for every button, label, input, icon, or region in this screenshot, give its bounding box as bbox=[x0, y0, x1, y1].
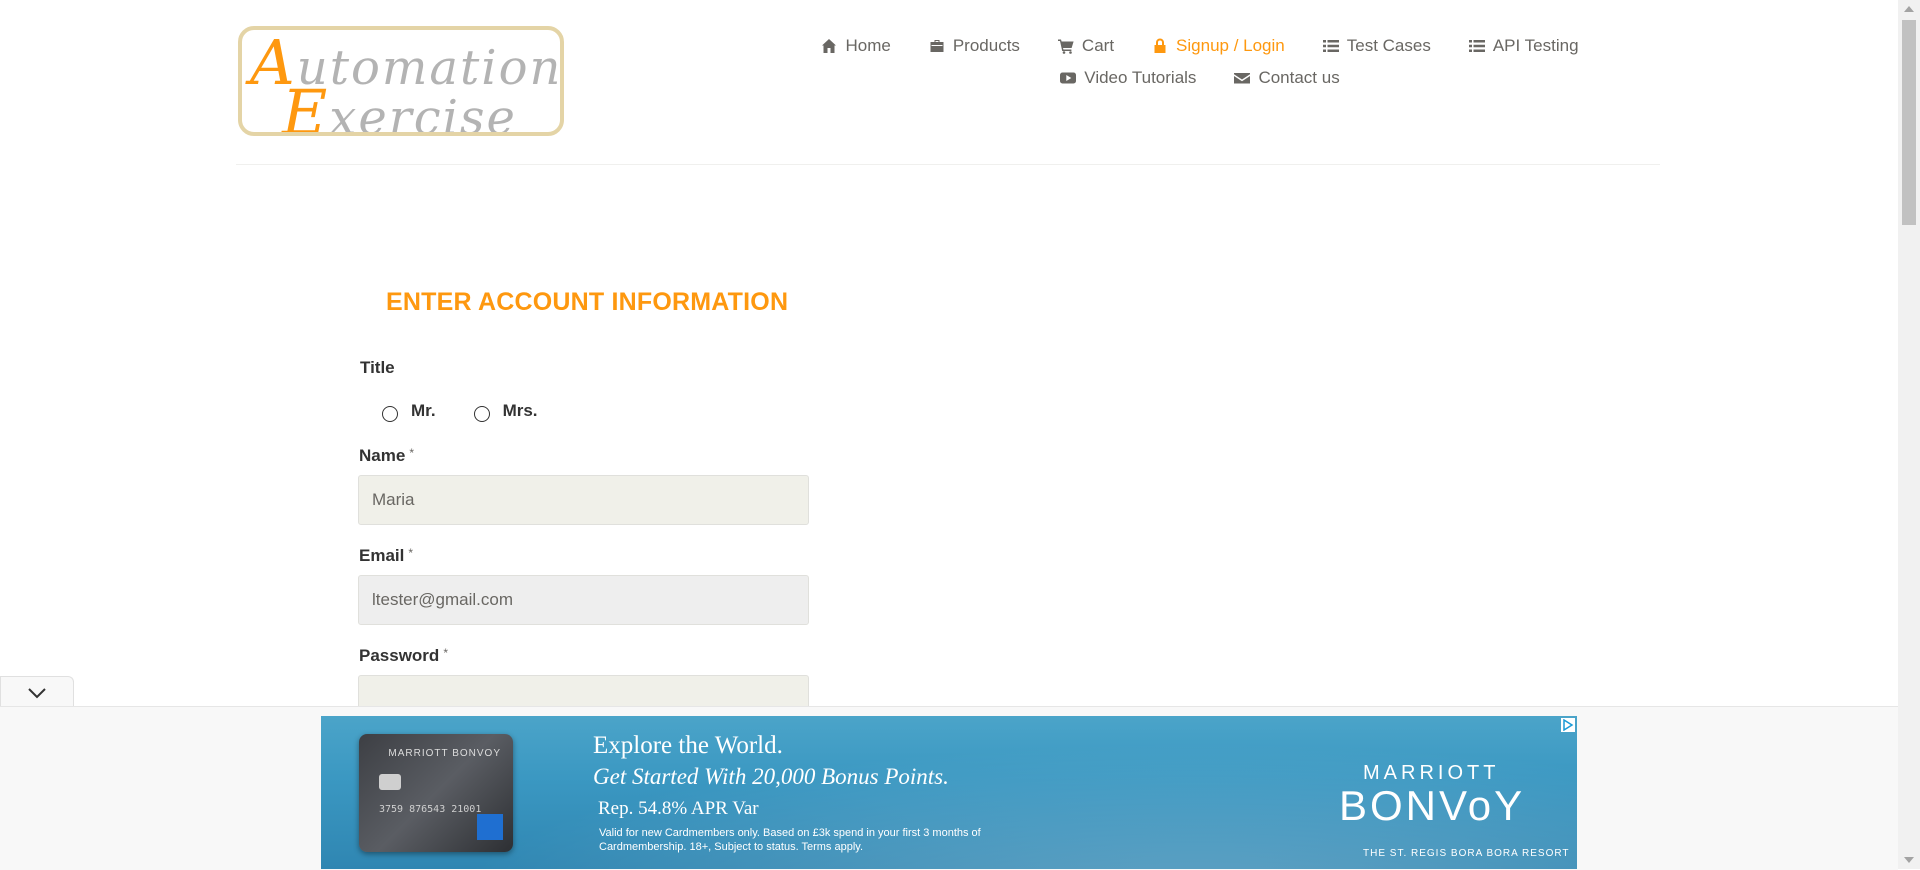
card-number: 3759 876543 21001 bbox=[379, 804, 482, 815]
shopping-cart-icon bbox=[1057, 39, 1074, 54]
header-divider bbox=[236, 164, 1660, 165]
nav-label: API Testing bbox=[1492, 36, 1579, 55]
email-label-text: Email bbox=[359, 546, 405, 565]
email-input[interactable]: ltester@gmail.com bbox=[358, 575, 809, 625]
title-option-mrs[interactable]: Mrs. bbox=[473, 400, 538, 422]
nav-item-api-testing[interactable]: API Testing bbox=[1468, 36, 1579, 56]
nav-label: Cart bbox=[1081, 36, 1115, 55]
radio-mrs[interactable] bbox=[473, 406, 490, 422]
nav-item-cart[interactable]: Cart bbox=[1057, 36, 1115, 56]
main-nav: Home Products Cart Signup / Login Test C… bbox=[700, 36, 1700, 100]
nav-label: Home bbox=[845, 36, 891, 55]
ad-subheadline: Get Started With 20,000 Bonus Points. bbox=[593, 764, 949, 789]
nav-label: Video Tutorials bbox=[1084, 68, 1197, 87]
scroll-thumb[interactable] bbox=[1902, 20, 1916, 225]
nav-label: Products bbox=[952, 36, 1020, 55]
ad-apr: Rep. 54.8% APR Var bbox=[598, 798, 759, 819]
youtube-play-icon bbox=[1060, 72, 1077, 84]
briefcase-icon bbox=[930, 40, 944, 52]
email-label: Email * bbox=[359, 546, 413, 566]
nav-label: Test Cases bbox=[1346, 36, 1431, 55]
title-option-mr[interactable]: Mr. bbox=[382, 400, 436, 422]
ad-brand-main: BONVoY bbox=[1339, 782, 1526, 829]
ad-brand-bottom: THE ST. REGIS BORA BORA RESORT bbox=[1363, 848, 1570, 859]
nav-item-signup-login[interactable]: Signup / Login bbox=[1152, 36, 1285, 56]
title-label: Title bbox=[360, 358, 395, 377]
nav-row-2: Video Tutorials Contact us bbox=[700, 68, 1700, 88]
password-label: Password * bbox=[359, 646, 448, 666]
scroll-down-icon[interactable] bbox=[1904, 857, 1914, 863]
list-icon bbox=[1468, 40, 1485, 52]
nav-label: Contact us bbox=[1258, 68, 1340, 87]
amex-logo-icon bbox=[477, 814, 503, 840]
ad-headline: Explore the World. bbox=[593, 732, 783, 759]
ad-terms: Valid for new Cardmembers only. Based on… bbox=[599, 827, 981, 853]
radio-mr[interactable] bbox=[382, 406, 398, 422]
nav-item-products[interactable]: Products bbox=[929, 36, 1020, 56]
required-mark: * bbox=[443, 646, 448, 660]
scroll-up-icon[interactable] bbox=[1904, 6, 1914, 12]
nav-item-video-tutorials[interactable]: Video Tutorials bbox=[1060, 68, 1196, 88]
card-chip bbox=[379, 774, 401, 790]
page: Automation Exercise Home Products Cart S… bbox=[0, 0, 1898, 870]
name-label: Name * bbox=[359, 446, 414, 466]
nav-row-1: Home Products Cart Signup / Login Test C… bbox=[700, 36, 1700, 56]
chevron-down-icon bbox=[28, 688, 46, 699]
required-mark: * bbox=[408, 546, 414, 560]
name-label-text: Name bbox=[359, 446, 406, 465]
ad-collapse-toggle[interactable] bbox=[0, 676, 74, 709]
vertical-scrollbar[interactable] bbox=[1898, 0, 1920, 869]
name-input[interactable]: Maria bbox=[358, 475, 809, 525]
credit-card-image: MARRIOTT BONVOY 3759 876543 21001 bbox=[359, 734, 513, 852]
form-heading: ENTER ACCOUNT INFORMATION bbox=[386, 288, 789, 316]
nav-item-contact-us[interactable]: Contact us bbox=[1234, 68, 1340, 88]
logo-line-2: Exercise bbox=[282, 76, 517, 136]
nav-item-home[interactable]: Home bbox=[821, 36, 891, 56]
radio-label-mrs: Mrs. bbox=[502, 401, 538, 420]
title-radio-group: Mr. Mrs. bbox=[382, 400, 576, 422]
ad-choices-icon[interactable] bbox=[1561, 718, 1575, 732]
lock-icon bbox=[1154, 38, 1166, 53]
list-icon bbox=[1322, 40, 1339, 52]
envelope-icon bbox=[1234, 73, 1251, 84]
ad-banner[interactable]: MARRIOTT BONVOY 3759 876543 21001 Explor… bbox=[321, 716, 1577, 869]
site-logo[interactable]: Automation Exercise bbox=[238, 26, 564, 136]
home-icon bbox=[822, 39, 837, 53]
card-brand: MARRIOTT BONVOY bbox=[388, 748, 501, 759]
required-mark: * bbox=[409, 446, 414, 460]
nav-item-test-cases[interactable]: Test Cases bbox=[1322, 36, 1431, 56]
password-label-text: Password bbox=[359, 646, 440, 665]
nav-label: Signup / Login bbox=[1176, 36, 1285, 55]
radio-label-mr: Mr. bbox=[411, 401, 436, 420]
